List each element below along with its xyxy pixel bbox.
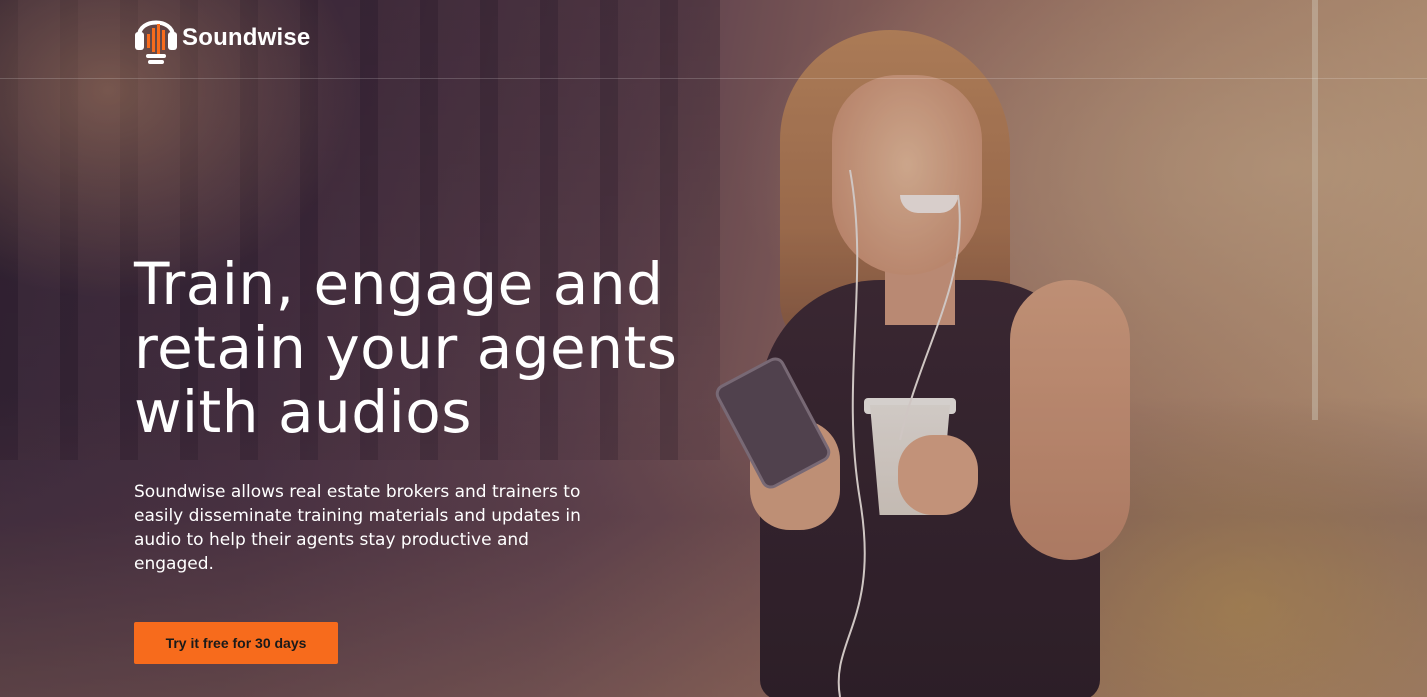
brand-logo-link[interactable]: Soundwise — [134, 8, 310, 68]
free-trial-button[interactable]: Try it free for 30 days — [134, 622, 338, 664]
hero-headline: Train, engage and retain your agents wit… — [134, 250, 678, 446]
headphones-soundwave-logo-icon — [135, 20, 177, 64]
hero-section: Soundwise Train, engage and retain your … — [0, 0, 1427, 697]
brand-name: Soundwise — [182, 24, 311, 51]
site-header: Soundwise — [0, 0, 1427, 79]
hero-description: Soundwise allows real estate brokers and… — [134, 482, 581, 574]
